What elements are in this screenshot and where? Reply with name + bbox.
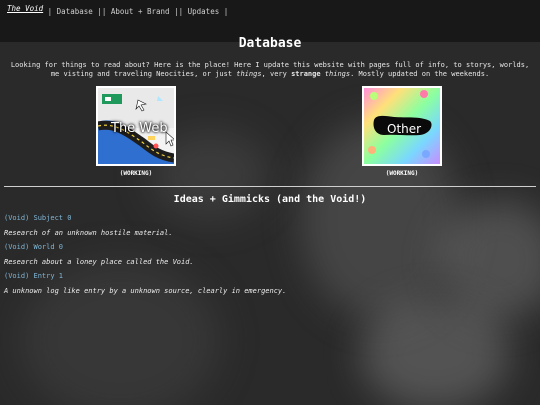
nav-separator: | xyxy=(223,7,229,16)
intro-things: things xyxy=(236,70,262,78)
entry-desc-world-0: Research about a loney place called the … xyxy=(4,258,194,266)
card-other: Other (WORKING) xyxy=(362,86,442,177)
intro-part2: , very xyxy=(261,70,292,78)
the-web-thumbnail[interactable]: The Web xyxy=(96,86,176,166)
entry-desc-subject-0: Research of an unknown hostile material. xyxy=(4,229,173,237)
nav-about-brand[interactable]: About + Brand xyxy=(111,7,170,16)
nav-database[interactable]: Database xyxy=(57,7,93,16)
intro-strange: strange xyxy=(291,70,321,78)
entry-list: (Void) Subject 0 Research of an unknown … xyxy=(4,214,286,301)
nav-updates[interactable]: Updates xyxy=(188,7,220,16)
the-web-caption: (WORKING) xyxy=(119,170,153,177)
nav-separator: || xyxy=(174,7,184,16)
other-caption: (WORKING) xyxy=(385,170,419,177)
page-title: Database xyxy=(238,36,302,51)
the-web-thumb-text: The Web xyxy=(111,121,168,136)
other-thumb-text: Other xyxy=(387,122,422,136)
other-thumbnail[interactable]: Other xyxy=(362,86,442,166)
top-nav: The Void | Database || About + Brand || … xyxy=(7,4,229,16)
intro-part3: . Mostly updated on the weekends. xyxy=(350,70,490,78)
intro-things-2: things xyxy=(324,70,351,78)
section-title: Ideas + Gimmicks (and the Void!) xyxy=(173,194,367,205)
entry-link-world-0[interactable]: (Void) World 0 xyxy=(4,243,286,258)
card-the-web: The Web (WORKING) xyxy=(96,86,176,177)
site-logo[interactable]: The Void xyxy=(7,4,43,13)
section-divider xyxy=(4,186,536,187)
nav-separator: || xyxy=(97,7,107,16)
entry-link-entry-1[interactable]: (Void) Entry 1 xyxy=(4,272,286,287)
entry-link-subject-0[interactable]: (Void) Subject 0 xyxy=(4,214,286,229)
nav-separator: | xyxy=(47,7,53,16)
entry-desc-entry-1: A unknown log like entry by a unknown so… xyxy=(4,287,287,295)
intro-text: Looking for things to read about? Here i… xyxy=(10,61,530,79)
